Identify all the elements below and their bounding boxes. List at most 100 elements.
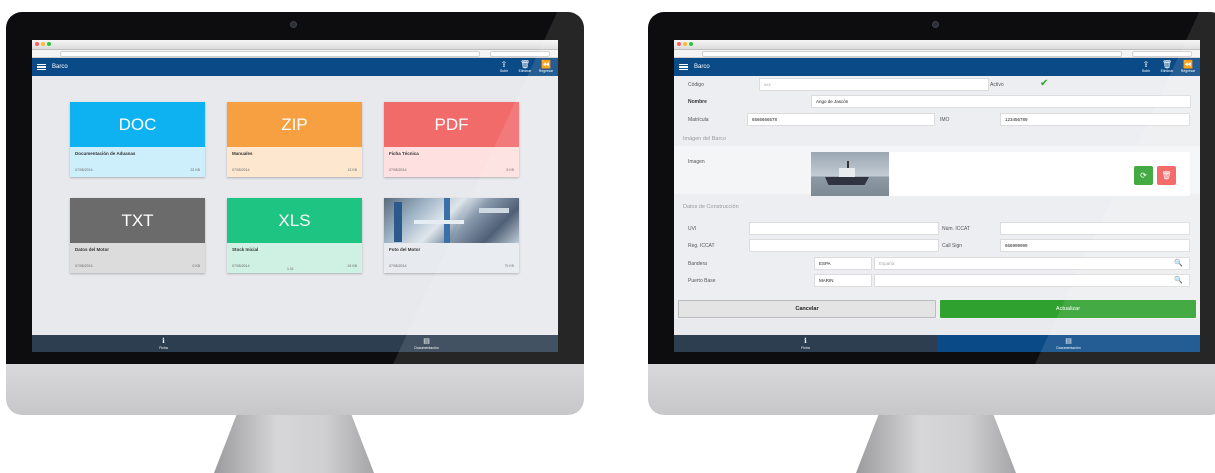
upload-button[interactable]: ⇪ Subir: [1138, 60, 1154, 73]
document-card[interactable]: TXT Datos del Motor 07/05/2014 0 KB: [70, 198, 205, 273]
screen-form: Barco ⇪ Subir 🗑 Eliminar ⏪ Regresar Código …: [674, 40, 1200, 352]
doc-name: Manuales: [232, 151, 253, 156]
num-iccat-input[interactable]: [1000, 222, 1190, 235]
document-card[interactable]: XLS Stock Inicial 07/05/2014 1.01 24 KB: [227, 198, 362, 273]
doc-info: Stock Inicial 07/05/2014 1.01 24 KB: [227, 243, 362, 273]
tab-label: Documentación: [1056, 345, 1081, 350]
browser-search[interactable]: [1132, 51, 1192, 57]
codigo-input[interactable]: xxx: [759, 78, 989, 91]
monitor-stand: [856, 415, 1016, 473]
vessel-form: Código xxx Activo ✔ Nombre Ango de Jascó…: [674, 76, 1200, 300]
search-icon[interactable]: 🔍: [1174, 259, 1183, 267]
upload-button[interactable]: ⇪ Subir: [496, 60, 512, 73]
document-card[interactable]: DOC Documentación de Aduanas 07/05/2014 …: [70, 102, 205, 177]
doc-version: 1.01: [287, 267, 294, 271]
tab-ficha[interactable]: ℹ Ficha: [674, 335, 937, 352]
back-button[interactable]: ⏪ Regresar: [538, 60, 554, 73]
nombre-label: Nombre: [688, 99, 707, 105]
bandera-name-input[interactable]: España: [874, 257, 1190, 270]
tab-ficha[interactable]: ℹ Ficha: [32, 335, 295, 352]
doc-info: Datos del Motor 07/05/2014 0 KB: [70, 243, 205, 273]
search-icon[interactable]: 🔍: [1174, 276, 1183, 284]
check-icon[interactable]: ✔: [1040, 78, 1048, 89]
minimize-dot[interactable]: [683, 42, 687, 46]
document-card[interactable]: ZIP Manuales 07/05/2014 13 KB: [227, 102, 362, 177]
doc-type-banner: DOC: [70, 102, 205, 147]
upload-label: Subir: [499, 69, 509, 73]
menu-icon[interactable]: [679, 63, 688, 71]
delete-button[interactable]: 🗑 Eliminar: [1159, 60, 1175, 73]
matricula-input[interactable]: 6566666578: [747, 113, 935, 126]
imagen-label: Imagen: [688, 159, 705, 165]
close-dot[interactable]: [677, 42, 681, 46]
close-dot[interactable]: [35, 42, 39, 46]
window-controls: [35, 42, 51, 46]
monitor-documents: Barco ⇪ Subir 🗑 Eliminar ⏪ Regresar DOC Doc…: [6, 12, 584, 415]
monitor-chin: [6, 364, 584, 415]
delete-button[interactable]: 🗑 Eliminar: [517, 60, 533, 73]
imo-input[interactable]: 123456789: [1000, 113, 1190, 126]
refresh-image-button[interactable]: ⟳: [1134, 166, 1153, 185]
doc-type-banner: TXT: [70, 198, 205, 243]
doc-info: Foto del Motor 07/05/2014 79 KB: [384, 243, 519, 273]
doc-date: 07/05/2014: [389, 264, 407, 268]
puerto-name-input[interactable]: [874, 274, 1190, 287]
monitor-bezel: Barco ⇪ Subir 🗑 Eliminar ⏪ Regresar Código …: [648, 12, 1215, 364]
maximize-dot[interactable]: [689, 42, 693, 46]
upload-label: Subir: [1141, 69, 1151, 73]
browser-titlebar: [32, 40, 558, 50]
address-bar[interactable]: [60, 51, 480, 57]
app-header: Barco ⇪ Subir 🗑 Eliminar ⏪ Regresar: [32, 58, 558, 76]
document-card[interactable]: Foto del Motor 07/05/2014 79 KB: [384, 198, 519, 273]
tab-documentacion[interactable]: ▤ Documentación: [295, 335, 558, 352]
delete-label: Eliminar: [518, 69, 532, 73]
doc-type-banner: ZIP: [227, 102, 362, 147]
doc-size: 24 KB: [347, 264, 357, 268]
document-card[interactable]: PDF Ficha Técnica 07/05/2014 8 KB: [384, 102, 519, 177]
back-label: Regresar: [538, 69, 554, 73]
browser-toolbar: [674, 50, 1200, 58]
cancel-button[interactable]: Cancelar: [678, 300, 936, 318]
back-button[interactable]: ⏪ Regresar: [1180, 60, 1196, 73]
maximize-dot[interactable]: [47, 42, 51, 46]
trash-icon: 🗑: [1161, 60, 1173, 69]
puerto-code-input[interactable]: MARIN: [814, 274, 872, 287]
minimize-dot[interactable]: [41, 42, 45, 46]
doc-info: Manuales 07/05/2014 13 KB: [227, 147, 362, 177]
reg-iccat-input[interactable]: [749, 239, 939, 252]
doc-type-banner: XLS: [227, 198, 362, 243]
nombre-input[interactable]: Ango de Jascón: [811, 95, 1191, 108]
construction-section-title: Datos de Construcción: [683, 204, 739, 210]
doc-info: Ficha Técnica 07/05/2014 8 KB: [384, 147, 519, 177]
back-icon: ⏪: [1183, 60, 1193, 69]
doc-info: Documentación de Aduanas 07/05/2014 22 K…: [70, 147, 205, 177]
uvi-input[interactable]: [749, 222, 939, 235]
update-button[interactable]: Actualizar: [940, 300, 1196, 318]
doc-date: 07/05/2014: [75, 168, 93, 172]
tab-documentacion[interactable]: ▤ Documentación: [937, 335, 1200, 352]
engine-photo: [384, 198, 519, 243]
doc-name: Datos del Motor: [75, 247, 110, 252]
doc-name: Foto del Motor: [389, 247, 421, 252]
doc-date: 07/05/2014: [389, 168, 407, 172]
doc-size: 79 KB: [504, 264, 514, 268]
bottom-tabbar: ℹ Ficha ▤ Documentación: [674, 335, 1200, 352]
doc-size: 8 KB: [506, 168, 514, 172]
delete-image-button[interactable]: 🗑: [1157, 166, 1176, 185]
bandera-code-input[interactable]: ESPA: [814, 257, 872, 270]
address-bar[interactable]: [702, 51, 1122, 57]
menu-icon[interactable]: [37, 63, 46, 71]
header-actions: ⇪ Subir 🗑 Eliminar ⏪ Regresar: [1138, 60, 1196, 73]
back-label: Regresar: [1180, 69, 1196, 73]
imo-label: IMO: [940, 117, 950, 123]
doc-name: Stock Inicial: [232, 247, 259, 252]
call-sign-input[interactable]: 666999999: [1000, 239, 1190, 252]
app-title: Barco: [52, 64, 68, 70]
screen-documents: Barco ⇪ Subir 🗑 Eliminar ⏪ Regresar DOC Doc…: [32, 40, 558, 352]
tab-label: Documentación: [414, 345, 439, 350]
back-icon: ⏪: [541, 60, 551, 69]
browser-search[interactable]: [490, 51, 550, 57]
bottom-tabbar: ℹ Ficha ▤ Documentación: [32, 335, 558, 352]
num-iccat-label: Núm. ICCAT: [942, 226, 970, 232]
monitor-form: Barco ⇪ Subir 🗑 Eliminar ⏪ Regresar Código …: [648, 12, 1215, 415]
